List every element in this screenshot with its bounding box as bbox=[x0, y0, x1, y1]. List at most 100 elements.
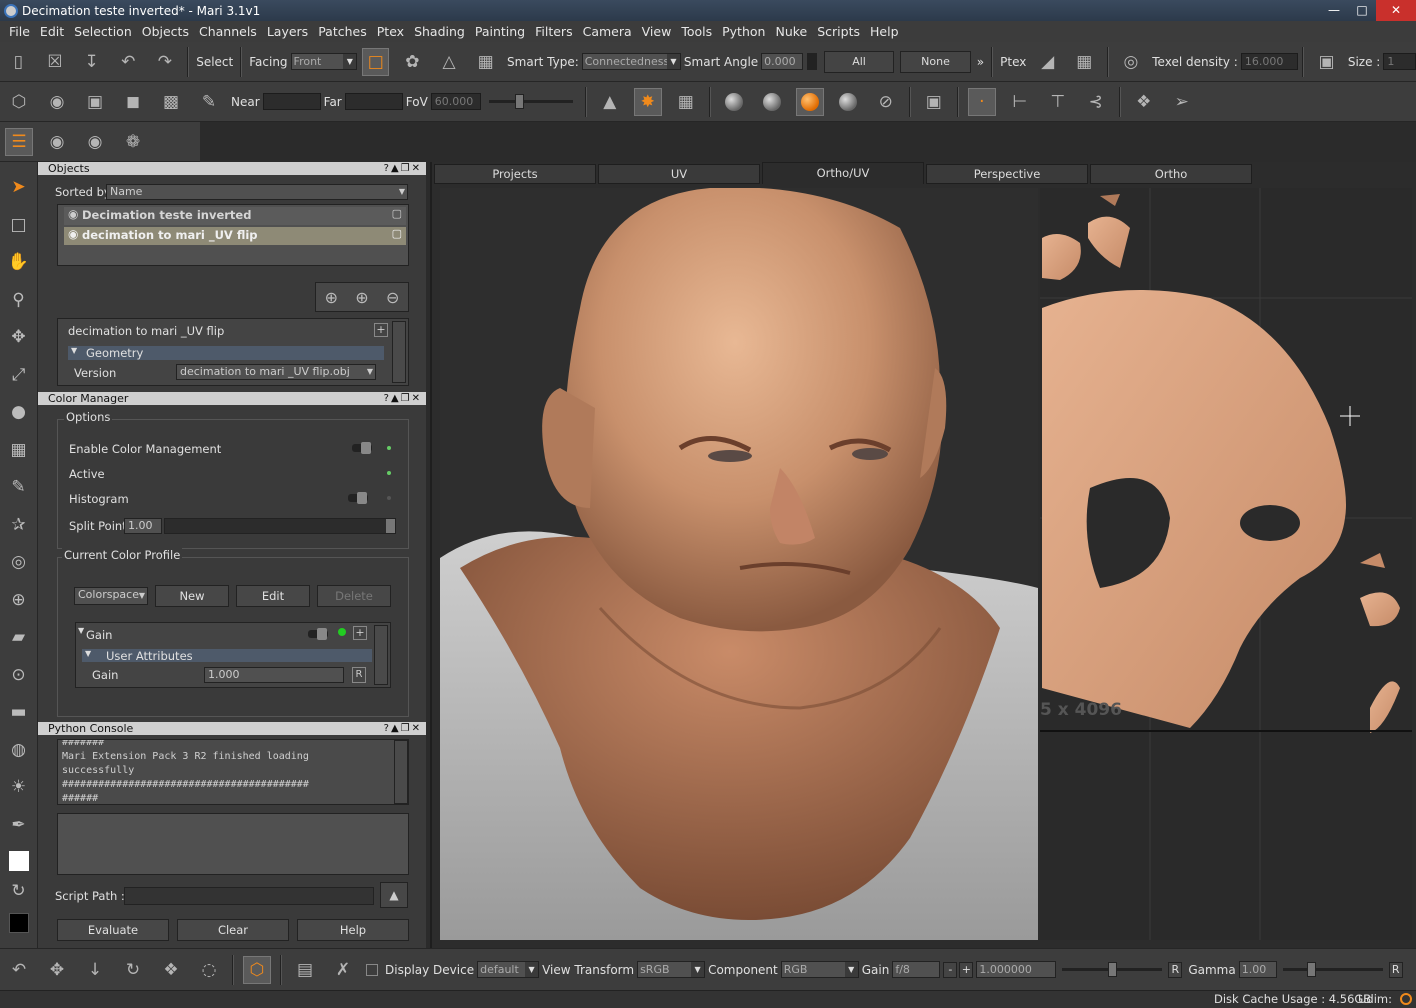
mask-icon[interactable]: ▣ bbox=[920, 88, 948, 116]
move-icon[interactable]: ✥ bbox=[43, 956, 71, 984]
uv-tile-icon[interactable]: ▣ bbox=[1313, 48, 1340, 76]
eye-icon[interactable]: ◉ bbox=[68, 207, 78, 221]
geometry-section[interactable]: Geometry ▼ bbox=[68, 346, 384, 360]
split-point-field[interactable]: 1.00 bbox=[124, 518, 162, 534]
delete-profile-button[interactable]: Delete bbox=[317, 585, 391, 607]
scale-tool-icon[interactable]: ⤢ bbox=[7, 360, 31, 390]
smooth-shading-icon[interactable] bbox=[758, 88, 786, 116]
layer-visibility-icon[interactable]: ☰ bbox=[5, 127, 33, 156]
list-item[interactable]: Decimation teste inverted ◉ ▢ bbox=[64, 207, 406, 225]
menu-help[interactable]: Help bbox=[865, 24, 904, 39]
browse-script-icon[interactable]: ▲ bbox=[380, 882, 408, 908]
gain-minus-button[interactable]: - bbox=[943, 961, 958, 978]
camera-project-icon[interactable]: ▲ bbox=[596, 88, 624, 116]
tab-perspective[interactable]: Perspective bbox=[926, 164, 1088, 184]
script-path-field[interactable] bbox=[124, 887, 374, 905]
help-button[interactable]: Help bbox=[297, 919, 409, 941]
box-icon[interactable]: ◼ bbox=[119, 88, 147, 116]
component-dropdown[interactable]: RGB ▼ bbox=[780, 961, 859, 978]
brush-tool-icon[interactable]: ✎ bbox=[7, 472, 31, 502]
smart-type-dropdown[interactable]: Connectedness ▼ bbox=[581, 53, 681, 70]
eye-icon[interactable]: ◉ bbox=[68, 227, 78, 241]
gain-plus-button[interactable]: + bbox=[959, 961, 974, 978]
menu-channels[interactable]: Channels bbox=[194, 24, 262, 39]
lock-icon[interactable]: ▢ bbox=[392, 227, 402, 240]
toolbar-more[interactable]: » bbox=[977, 55, 984, 69]
smart-select-icon[interactable]: ▦ bbox=[472, 48, 499, 76]
eye-view-icon[interactable]: ◉ bbox=[43, 88, 71, 116]
clone-tool-icon[interactable]: ⊙ bbox=[7, 660, 31, 690]
clear-button[interactable]: Clear bbox=[177, 919, 289, 941]
menu-patches[interactable]: Patches bbox=[313, 24, 372, 39]
histogram-icon[interactable]: ▤ bbox=[291, 956, 319, 984]
gain-field[interactable]: 1.000 bbox=[204, 667, 344, 683]
view-transform-dropdown[interactable]: sRGB ▼ bbox=[637, 961, 706, 978]
lasso-select-icon[interactable]: ✿ bbox=[399, 48, 426, 76]
histogram-toggle[interactable] bbox=[348, 492, 368, 504]
3d-view[interactable] bbox=[440, 188, 1038, 940]
transform-icon[interactable]: ❖ bbox=[1130, 88, 1158, 116]
near-field[interactable] bbox=[262, 93, 321, 110]
smart-angle-slider[interactable] bbox=[807, 53, 817, 70]
eye-toggle-icon[interactable]: ◉ bbox=[43, 128, 71, 156]
properties-scrollbar[interactable] bbox=[392, 321, 406, 383]
gain-mode-field[interactable]: f/8 bbox=[892, 961, 941, 978]
uv-view[interactable]: 5 x 4096 bbox=[1040, 188, 1412, 940]
remove-object-icon[interactable]: ⊖ bbox=[386, 288, 399, 307]
paint-through-icon[interactable]: ✸ bbox=[633, 87, 662, 116]
ptex-grid-icon[interactable]: ▦ bbox=[1071, 48, 1098, 76]
fov-field[interactable]: 60.000 bbox=[430, 93, 481, 110]
tab-ortho[interactable]: Ortho bbox=[1090, 164, 1252, 184]
eraser-tool-icon[interactable]: ▰ bbox=[7, 622, 31, 652]
pointer-transform-icon[interactable]: ➢ bbox=[1168, 88, 1196, 116]
mirror-none-icon[interactable]: · bbox=[967, 87, 996, 116]
background-color-swatch[interactable] bbox=[8, 912, 29, 933]
projection-icon[interactable]: ▦ bbox=[672, 88, 700, 116]
redo-icon[interactable]: ↷ bbox=[152, 48, 179, 76]
gain-reset-button[interactable]: R bbox=[1168, 961, 1183, 978]
zoom-tool-icon[interactable]: ⚲ bbox=[7, 285, 31, 315]
globe-icon[interactable]: ◎ bbox=[1118, 48, 1145, 76]
mirror-x-icon[interactable]: ⊢ bbox=[1006, 88, 1034, 116]
menu-selection[interactable]: Selection bbox=[69, 24, 137, 39]
rotate-icon[interactable]: ↻ bbox=[119, 956, 147, 984]
tab-ortho-uv[interactable]: Ortho/UV bbox=[762, 162, 924, 184]
add-version-icon[interactable]: ⊕ bbox=[355, 288, 368, 307]
panel-controls[interactable]: ?▲❐✕ bbox=[384, 722, 422, 735]
menu-objects[interactable]: Objects bbox=[137, 24, 194, 39]
undo-icon[interactable]: ↶ bbox=[115, 48, 142, 76]
fov-slider[interactable] bbox=[488, 94, 573, 109]
display-checkbox[interactable] bbox=[366, 963, 378, 976]
gamma-slider[interactable] bbox=[1282, 962, 1383, 977]
menu-layers[interactable]: Layers bbox=[262, 24, 313, 39]
gamma-field[interactable]: 1.00 bbox=[1238, 961, 1277, 978]
hexagon-icon[interactable]: ⬡ bbox=[243, 955, 271, 984]
move-tool-icon[interactable]: ✥ bbox=[7, 322, 31, 352]
marquee-select-icon[interactable]: □ bbox=[362, 47, 390, 76]
close-document-icon[interactable]: ☒ bbox=[42, 48, 69, 76]
pin-tool-icon[interactable]: ✰ bbox=[7, 510, 31, 540]
minimize-button[interactable]: — bbox=[1320, 0, 1348, 21]
transform-tool-icon[interactable]: ⊕ bbox=[7, 585, 31, 615]
full-shading-icon[interactable] bbox=[795, 87, 824, 116]
menu-shading[interactable]: Shading bbox=[409, 24, 470, 39]
panel-controls[interactable]: ?▲❐✕ bbox=[384, 392, 422, 405]
list-item[interactable]: decimation to mari _UV flip ◉ ▢ bbox=[64, 227, 406, 245]
eye-toggle-icon[interactable]: ◉ bbox=[81, 128, 109, 156]
grid-tool-icon[interactable]: ▦ bbox=[7, 435, 31, 465]
version-dropdown[interactable]: decimation to mari _UV flip.obj ▼ bbox=[176, 364, 376, 380]
display-device-dropdown[interactable]: default ▼ bbox=[477, 961, 540, 978]
tab-projects[interactable]: Projects bbox=[434, 164, 596, 184]
lock-icon[interactable]: ▢ bbox=[392, 207, 402, 220]
lit-shading-icon[interactable] bbox=[834, 88, 862, 116]
menu-python[interactable]: Python bbox=[717, 24, 770, 39]
sorted-by-dropdown[interactable]: Name ▼ bbox=[106, 184, 408, 200]
texel-density-field[interactable]: 16.000 bbox=[1240, 53, 1299, 70]
menu-scripts[interactable]: Scripts bbox=[812, 24, 865, 39]
panel-controls[interactable]: ?▲❐✕ bbox=[384, 162, 422, 175]
add-object-icon[interactable]: ⊕ bbox=[325, 288, 338, 307]
menu-view[interactable]: View bbox=[637, 24, 677, 39]
cube-view-icon[interactable]: ⬡ bbox=[5, 88, 33, 116]
smart-angle-field[interactable]: 0.000 bbox=[761, 53, 804, 70]
ptex-resize-icon[interactable]: ◢ bbox=[1034, 48, 1061, 76]
